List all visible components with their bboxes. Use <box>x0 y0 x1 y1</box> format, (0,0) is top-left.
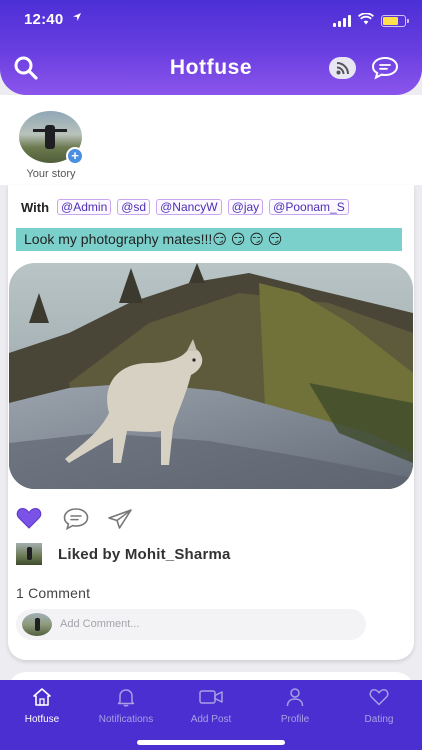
share-button[interactable] <box>107 508 133 535</box>
home-icon <box>33 688 51 706</box>
status-time: 12:40 <box>24 11 64 28</box>
stories-bar: + Your story <box>0 95 422 185</box>
home-indicator <box>137 740 285 745</box>
app-screen: 12:40 Hotfuse + Your story With @Admin @… <box>0 0 422 750</box>
tab-hotfuse[interactable]: Hotfuse <box>0 687 84 725</box>
add-comment-field[interactable]: Add Comment... <box>16 609 366 640</box>
rss-icon <box>336 62 349 75</box>
location-arrow-icon <box>72 12 82 25</box>
tab-profile[interactable]: Profile <box>253 687 337 725</box>
tagged-users: With @Admin @sd @NancyW @jay @Poonam_S <box>21 199 406 215</box>
comment-count[interactable]: 1 Comment <box>16 585 90 601</box>
person-icon <box>286 688 304 707</box>
video-icon <box>199 690 223 704</box>
heart-icon <box>16 507 42 529</box>
liker-avatar <box>16 543 42 565</box>
messages-button[interactable] <box>371 56 399 80</box>
your-story[interactable]: + Your story <box>19 111 84 180</box>
user-tag[interactable]: @NancyW <box>156 199 222 215</box>
tab-label: Dating <box>364 714 394 725</box>
add-story-icon[interactable]: + <box>66 147 84 165</box>
comment-input-placeholder: Add Comment... <box>60 618 140 630</box>
heart-icon <box>369 689 389 706</box>
bell-icon <box>117 689 135 707</box>
comment-icon <box>63 508 89 531</box>
feed-button[interactable] <box>329 57 356 79</box>
cellular-signal-icon <box>333 15 351 27</box>
avatar <box>22 613 52 636</box>
comment-button[interactable] <box>62 507 90 536</box>
post-actions <box>8 507 414 531</box>
tab-add-post[interactable]: Add Post <box>169 687 253 725</box>
chat-bubble-icon <box>371 56 399 80</box>
battery-icon <box>381 15 409 27</box>
user-tag[interactable]: @Poonam_S <box>269 199 349 215</box>
tab-dating[interactable]: Dating <box>337 687 421 725</box>
liked-by-text: Liked by Mohit_Sharma <box>58 545 231 563</box>
liked-by[interactable]: Liked by Mohit_Sharma <box>16 543 231 565</box>
tab-label: Notifications <box>98 714 154 725</box>
post-card: With @Admin @sd @NancyW @jay @Poonam_S L… <box>8 185 414 660</box>
user-tag[interactable]: @jay <box>227 199 264 215</box>
post-caption: Look my photography mates!!!😏 😏 😏 😏 <box>16 228 402 251</box>
tab-label: Add Post <box>190 714 232 725</box>
app-header: Hotfuse <box>0 40 422 95</box>
tab-label: Hotfuse <box>24 714 60 725</box>
user-tag[interactable]: @sd <box>117 199 151 215</box>
story-label: Your story <box>26 168 76 180</box>
with-label: With <box>21 199 50 215</box>
user-tag[interactable]: @Admin <box>57 199 112 215</box>
app-title: Hotfuse <box>169 56 253 79</box>
tab-label: Profile <box>280 714 310 725</box>
tab-notifications[interactable]: Notifications <box>84 687 168 725</box>
status-bar: 12:40 <box>0 0 422 40</box>
wifi-icon <box>357 12 375 30</box>
post-photo[interactable] <box>9 263 413 489</box>
like-button[interactable] <box>16 507 42 534</box>
send-icon <box>108 509 132 529</box>
